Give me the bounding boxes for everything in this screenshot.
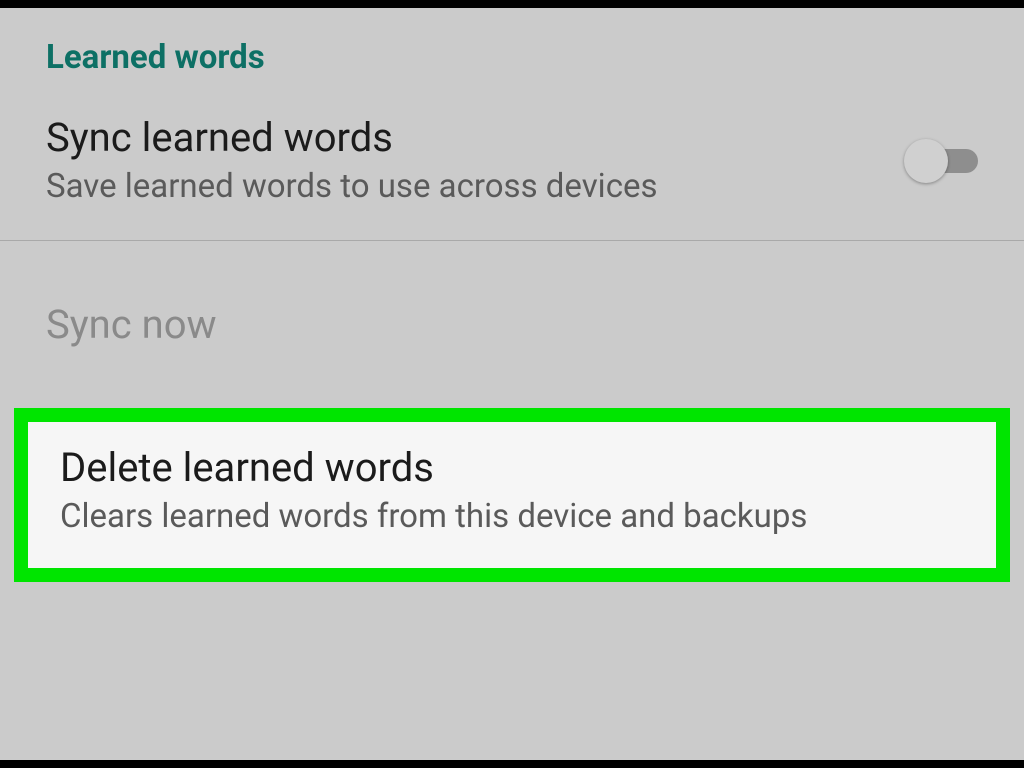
top-black-bar <box>0 0 1024 8</box>
setting-texts: Sync learned words Save learned words to… <box>46 115 658 206</box>
setting-title-sync: Sync learned words <box>46 115 658 161</box>
setting-row-delete-learned-words[interactable]: Delete learned words Clears learned word… <box>14 408 1010 582</box>
setting-title-delete: Delete learned words <box>60 444 964 491</box>
toggle-thumb <box>904 139 948 183</box>
section-header-learned-words: Learned words <box>0 8 1024 87</box>
setting-row-sync-learned-words[interactable]: Sync learned words Save learned words to… <box>0 87 1024 240</box>
setting-subtitle-delete: Clears learned words from this device an… <box>60 497 964 536</box>
setting-title-sync-now: Sync now <box>46 301 978 348</box>
settings-screen: Learned words Sync learned words Save le… <box>0 0 1024 768</box>
setting-subtitle-sync: Save learned words to use across devices <box>46 167 658 206</box>
content-area: Learned words Sync learned words Save le… <box>0 8 1024 582</box>
toggle-sync-learned-words[interactable] <box>904 139 978 183</box>
bottom-black-bar <box>0 760 1024 768</box>
setting-row-sync-now: Sync now <box>0 241 1024 408</box>
